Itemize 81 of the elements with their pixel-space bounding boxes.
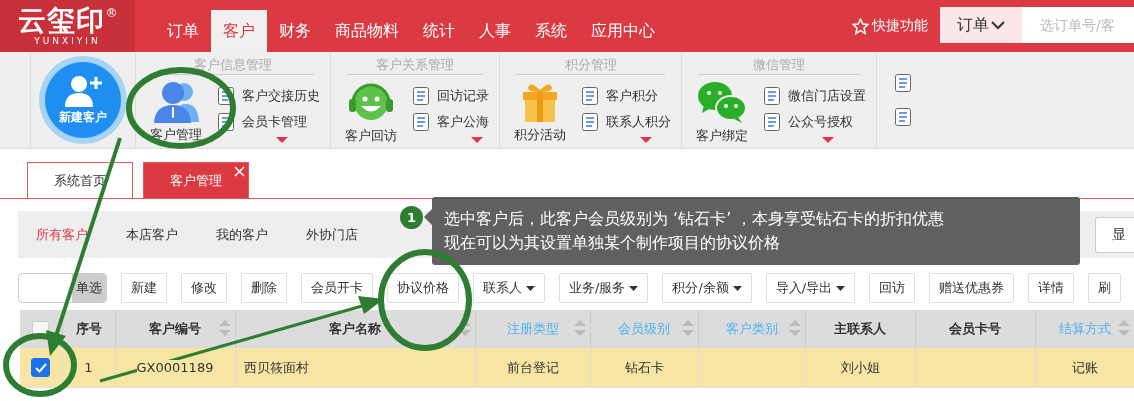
ribbon-link[interactable]: 微信门店设置 xyxy=(788,86,866,105)
scope-dropdown[interactable]: 订单 xyxy=(940,7,1022,43)
table-cell: 钻石卡 xyxy=(624,359,664,375)
mode-toggle[interactable]: 单选 xyxy=(18,273,107,303)
callout-text: 选中客户后，此客户会员级别为 ‘钻石卡’ ，本身享受钻石卡的折扣优惠 xyxy=(444,208,946,230)
nav-tab[interactable]: 应用中心 xyxy=(579,10,667,52)
document-icon xyxy=(764,112,780,131)
ribbon-link[interactable]: 公众号授权 xyxy=(788,112,853,131)
group-title: 微信管理 xyxy=(698,56,860,75)
document-icon xyxy=(764,86,780,105)
ribbon-link[interactable]: 回访记录 xyxy=(437,86,489,105)
quick-functions-link[interactable]: 快捷功能 xyxy=(872,17,928,35)
toolbar-button[interactable]: 删除 xyxy=(241,273,287,303)
nav-tab[interactable]: 商品物料 xyxy=(323,10,411,52)
checkmark-icon xyxy=(34,362,47,373)
toolbar-button[interactable]: 详情 xyxy=(1028,273,1075,303)
filter-tab[interactable]: 我的客户 xyxy=(216,225,268,244)
nav-tab[interactable]: 客户 xyxy=(211,10,267,52)
logo-subtitle: YUNXIYIN xyxy=(34,35,101,47)
toolbar-button[interactable]: 积分/余额 xyxy=(662,273,752,303)
document-icon xyxy=(582,86,598,105)
toolbar-button[interactable]: 回访 xyxy=(869,273,916,303)
ribbon-button[interactable]: 客户回访 xyxy=(341,78,401,145)
logo-text: 云玺印 xyxy=(17,5,105,36)
group-title: 客户关系管理 xyxy=(347,56,483,75)
ribbon-link[interactable]: 客户交接历史 xyxy=(242,86,320,105)
more-caret-icon xyxy=(471,136,483,143)
column-header: 会员卡号 xyxy=(915,310,1035,348)
filter-tab[interactable]: 本店客户 xyxy=(126,225,178,244)
document-icon xyxy=(582,112,598,131)
document-icon xyxy=(413,112,429,131)
nav-tab[interactable]: 系统 xyxy=(523,10,579,52)
document-icon xyxy=(413,86,429,105)
ribbon-link[interactable]: 客户公海 xyxy=(437,112,489,131)
more-caret-icon xyxy=(276,136,288,143)
toolbar-button[interactable]: 刷 xyxy=(1088,273,1122,303)
table-cell: 前台登记 xyxy=(506,359,559,375)
callout-text: 现在可以为其设置单独某个制作项目的协议价格 xyxy=(444,232,781,254)
toolbar-button[interactable]: 赠送优惠券 xyxy=(929,273,1015,303)
filter-tab[interactable]: 外协门店 xyxy=(306,225,358,244)
more-caret-icon xyxy=(640,136,652,143)
group-title: 积分管理 xyxy=(516,56,665,75)
column-header[interactable]: 客户编号 xyxy=(115,310,235,348)
toolbar-button[interactable]: 修改 xyxy=(181,273,227,303)
group-title: 客户信息管理 xyxy=(152,56,314,75)
ribbon-link[interactable]: 客户积分 xyxy=(606,86,658,105)
ribbon-link[interactable]: 联系人积分 xyxy=(606,112,671,131)
table-cell: 刘小姐 xyxy=(840,359,880,375)
toolbar-button[interactable]: 协议价格 xyxy=(387,273,459,303)
search-field[interactable]: 选订单号/客 xyxy=(1022,7,1134,43)
toolbar-button[interactable]: 联系人 xyxy=(473,273,545,303)
table-cell: 西贝筱面村 xyxy=(243,359,309,375)
ribbon-link[interactable]: 会员卡管理 xyxy=(242,112,307,131)
more-caret-icon xyxy=(822,136,834,143)
toolbar-button[interactable]: 导入/导出 xyxy=(765,273,856,303)
toolbar-button[interactable]: 新建 xyxy=(121,273,167,303)
document-icon xyxy=(895,74,911,92)
document-icon xyxy=(895,108,911,126)
table-cell: 1 xyxy=(84,360,93,375)
person-add-icon xyxy=(63,74,103,107)
people-icon xyxy=(152,79,200,124)
ribbon-button[interactable]: 积分活动 xyxy=(510,79,570,144)
ribbon-button[interactable]: 客户绑定 xyxy=(692,78,752,145)
table-cell: 记账 xyxy=(1071,359,1098,375)
page-tab[interactable]: 客户管理 xyxy=(143,162,249,198)
nav-tab[interactable]: 人事 xyxy=(467,10,523,52)
row-checkbox[interactable] xyxy=(31,358,51,377)
filter-tab[interactable]: 所有客户 xyxy=(36,225,88,244)
chevron-icon xyxy=(991,20,1005,30)
registered-mark: ® xyxy=(105,5,118,20)
column-header: 序号 xyxy=(62,310,115,348)
toolbar-button[interactable]: 业务/服务 xyxy=(559,273,649,303)
nav-tab[interactable]: 财务 xyxy=(267,10,323,52)
toolbar-button[interactable]: 会员开卡 xyxy=(301,273,373,303)
display-button[interactable]: 显 xyxy=(1095,216,1134,253)
step-badge: 1 xyxy=(400,206,423,229)
star-icon xyxy=(852,17,869,35)
table-cell: GX0001189 xyxy=(136,360,214,375)
nav-tab[interactable]: 统计 xyxy=(411,10,467,52)
nav-tab[interactable]: 订单 xyxy=(155,10,211,52)
column-header: 主联系人 xyxy=(805,310,915,348)
